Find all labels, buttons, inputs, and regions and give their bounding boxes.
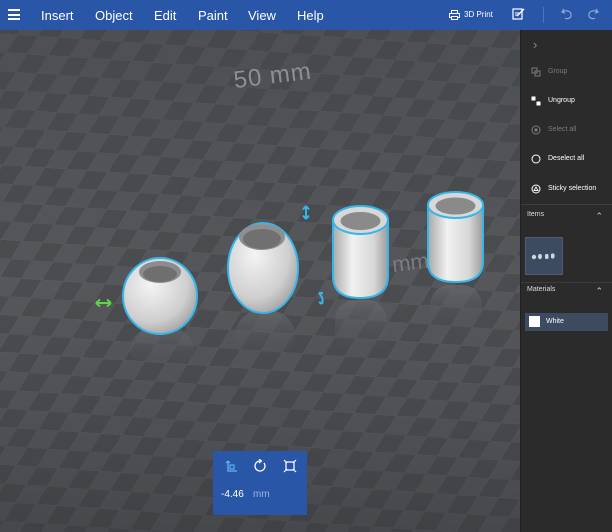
- divider: [521, 204, 612, 205]
- menu-edit[interactable]: Edit: [154, 0, 176, 30]
- hamburger-menu-icon[interactable]: [8, 9, 20, 20]
- divider: [521, 282, 612, 283]
- deselect-all-button[interactable]: Deselect all: [521, 145, 612, 173]
- deselect-all-label: Deselect all: [548, 155, 585, 162]
- side-panel: › Group Ungroup Select all Deselect all: [520, 30, 612, 532]
- cylinder-cup-1[interactable]: [332, 205, 389, 300]
- reflection: [335, 300, 387, 355]
- move-icon[interactable]: [224, 459, 238, 473]
- position-unit: mm: [253, 489, 270, 500]
- item-thumbnail-preview: [531, 253, 555, 260]
- collapse-panel-chevron-icon[interactable]: ›: [533, 37, 537, 52]
- material-label: White: [546, 318, 564, 325]
- sphere-vase[interactable]: [122, 257, 198, 335]
- sticky-selection-label: Sticky selection: [548, 185, 597, 192]
- group-button[interactable]: Group: [521, 58, 612, 86]
- transform-panel: -4.46 mm: [213, 451, 307, 515]
- redo-icon[interactable]: [586, 7, 600, 21]
- toolbar-separator: [543, 7, 544, 23]
- rotate-icon[interactable]: [253, 459, 267, 473]
- ungroup-label: Ungroup: [548, 97, 575, 104]
- reflection: [430, 285, 482, 330]
- items-collapse-chevron-icon[interactable]: ⌃: [595, 211, 603, 222]
- group-label: Group: [548, 68, 568, 75]
- group-icon: [531, 67, 541, 77]
- undo-icon[interactable]: [560, 7, 574, 21]
- reflection: [235, 309, 295, 361]
- select-all-label: Select all: [548, 126, 577, 133]
- position-value-input[interactable]: -4.46: [221, 489, 244, 500]
- select-all-icon: [531, 125, 541, 135]
- material-item-white[interactable]: White: [525, 313, 608, 331]
- menu-paint[interactable]: Paint: [198, 0, 228, 30]
- select-all-button[interactable]: Select all: [521, 116, 612, 144]
- materials-section-title: Materials: [527, 286, 556, 293]
- ungroup-button[interactable]: Ungroup: [521, 87, 612, 115]
- sticky-selection-button[interactable]: Sticky selection: [521, 175, 612, 203]
- menu-view[interactable]: View: [248, 0, 276, 30]
- menu-bar: Insert Object Edit Paint View Help 3D Pr…: [0, 0, 612, 30]
- egg-vase[interactable]: [227, 222, 299, 314]
- menu-help[interactable]: Help: [297, 0, 324, 30]
- cylinder-cup-2[interactable]: [427, 191, 484, 284]
- ungroup-icon: [531, 96, 541, 106]
- items-section-title: Items: [527, 211, 545, 218]
- printer-icon: [449, 9, 460, 20]
- sticky-selection-icon: [531, 184, 541, 194]
- materials-collapse-chevron-icon[interactable]: ⌃: [595, 286, 603, 297]
- menu-object[interactable]: Object: [95, 0, 133, 30]
- scale-icon[interactable]: [283, 459, 297, 473]
- ruler-label-faded: mm: [391, 248, 430, 277]
- deselect-all-icon: [531, 154, 541, 164]
- 3d-print-button[interactable]: 3D Print: [449, 0, 493, 30]
- item-thumbnail[interactable]: [525, 237, 563, 275]
- mark-up-icon[interactable]: [512, 7, 526, 21]
- material-swatch: [529, 316, 540, 327]
- 3d-print-label: 3D Print: [464, 10, 493, 19]
- menu-insert[interactable]: Insert: [41, 0, 74, 30]
